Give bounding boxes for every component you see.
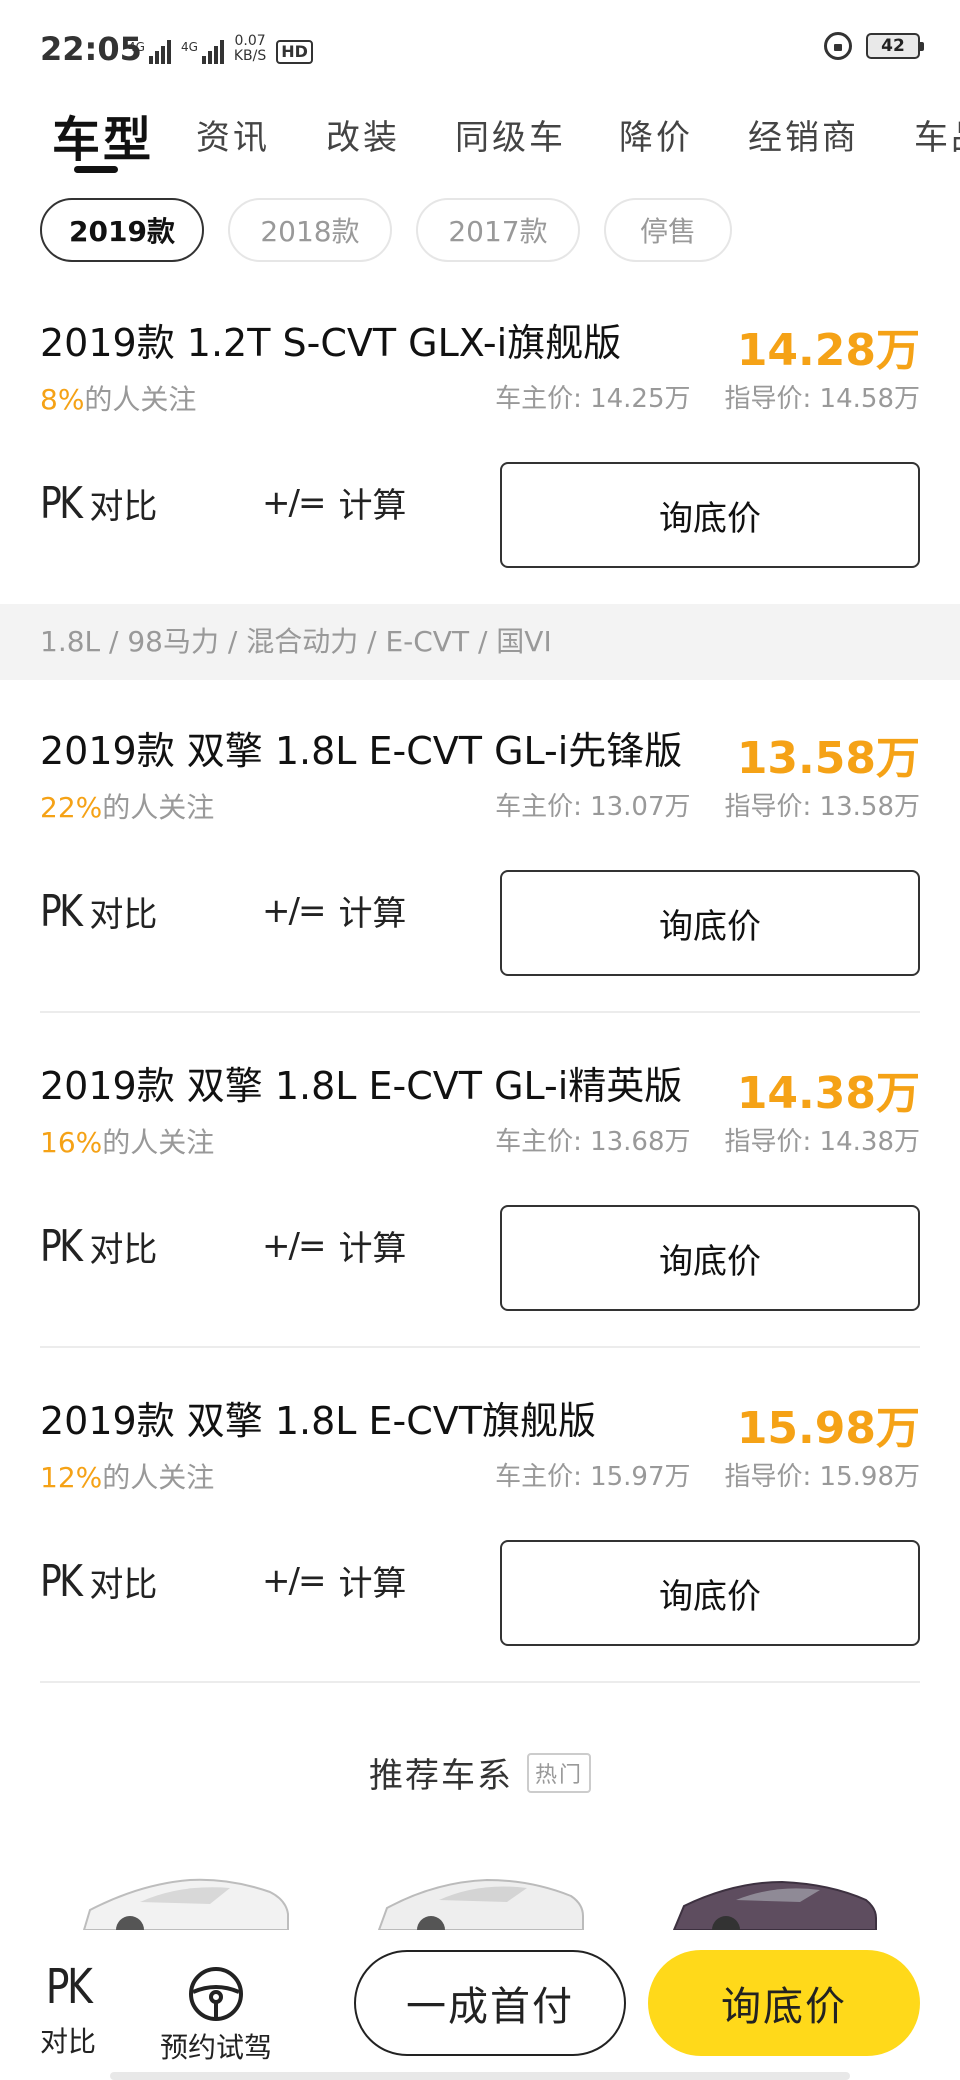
recommended-section: 推荐车系 热门 [0, 1748, 960, 1797]
compare-button[interactable]: PK 对比 [40, 1556, 157, 1607]
owner-price: 车主价: 13.07万 [495, 792, 691, 822]
compare-button[interactable]: PK 对比 [40, 478, 157, 529]
recommended-title: 推荐车系 热门 [369, 1748, 591, 1797]
guide-price: 指导价: 13.58万 [724, 792, 920, 822]
compare-button[interactable]: PK 对比 [40, 1221, 157, 1272]
pk-icon: PK [40, 1221, 83, 1272]
car-item[interactable]: 2019款 双擎 1.8L E-CVT旗舰版 15.98万 12%的人关注 车主… [0, 1378, 960, 1683]
owner-price: 车主价: 14.25万 [495, 384, 691, 414]
tab-bar: 车型 资讯 改装 同级车 降价 经销商 车品 [0, 96, 960, 186]
battery-icon: 42 [866, 33, 924, 59]
owner-price: 车主价: 13.68万 [495, 1127, 691, 1157]
divider [40, 1346, 920, 1348]
recommended-car-image[interactable] [80, 1870, 290, 1930]
car-price: 15.98万 [736, 1403, 920, 1454]
calculator-icon: +/= [262, 482, 326, 523]
status-time: 22:05 [40, 30, 142, 68]
car-name: 2019款 双擎 1.8L E-CVT旗舰版 [40, 1399, 597, 1443]
home-indicator [110, 2072, 850, 2080]
tab-models[interactable]: 车型 [52, 100, 154, 170]
calculator-icon: +/= [262, 1225, 326, 1266]
car-price: 14.38万 [736, 1068, 920, 1119]
pk-icon: PK [40, 1556, 83, 1607]
car-name: 2019款 双擎 1.8L E-CVT GL-i精英版 [40, 1064, 683, 1108]
car-price-details: 车主价: 13.68万 指导价: 14.38万 [495, 1121, 920, 1158]
recommended-car-image[interactable] [375, 1870, 585, 1930]
tab-news[interactable]: 资讯 [196, 110, 270, 159]
owner-price: 车主价: 15.97万 [495, 1462, 691, 1492]
ask-price-button[interactable]: 询底价 [500, 870, 920, 976]
chip-discontinued[interactable]: 停售 [604, 198, 732, 262]
ask-price-button[interactable]: 询底价 [500, 1540, 920, 1646]
steering-wheel-icon [189, 1967, 243, 2021]
test-drive-tab[interactable]: 预约试驾 [160, 1966, 272, 2066]
calculate-button[interactable]: +/= 计算 [262, 478, 406, 527]
pk-icon: PK [45, 1959, 93, 2015]
pk-icon: PK [40, 886, 83, 937]
spec-group-header: 1.8L / 98马力 / 混合动力 / E-CVT / 国VI [0, 604, 960, 680]
car-price-details: 车主价: 14.25万 指导价: 14.58万 [495, 378, 920, 415]
year-filter: 2019款 2018款 2017款 停售 [40, 198, 732, 262]
car-item[interactable]: 2019款 1.2T S-CVT GLX-i旗舰版 14.28万 8%的人关注 … [0, 300, 960, 605]
calculator-icon: +/= [262, 890, 326, 931]
car-item[interactable]: 2019款 双擎 1.8L E-CVT GL-i精英版 14.38万 16%的人… [0, 1043, 960, 1348]
tab-price-drop[interactable]: 降价 [619, 110, 693, 159]
car-price: 13.58万 [736, 733, 920, 784]
car-price: 14.28万 [736, 325, 920, 376]
car-item[interactable]: 2019款 双擎 1.8L E-CVT GL-i先锋版 13.58万 22%的人… [0, 708, 960, 1013]
signal-icon: 4G [128, 40, 171, 64]
status-bar: 22:05 4G 4G 0.07 KB/S HD 42 [0, 0, 960, 96]
chip-2018[interactable]: 2018款 [228, 198, 392, 262]
calculator-icon: +/= [262, 1560, 326, 1601]
network-indicators: 4G 4G 0.07 KB/S HD [128, 34, 313, 64]
car-attention: 22%的人关注 [40, 791, 215, 824]
ask-price-button[interactable]: 询底价 [500, 462, 920, 568]
network-speed: 0.07 KB/S [233, 33, 267, 64]
ask-price-main-button[interactable]: 询底价 [648, 1950, 920, 2056]
tab-car-products[interactable]: 车品 [914, 110, 960, 159]
tab-same-class[interactable]: 同级车 [455, 110, 566, 159]
car-name: 2019款 1.2T S-CVT GLX-i旗舰版 [40, 321, 622, 365]
car-attention: 12%的人关注 [40, 1461, 215, 1494]
pk-icon: PK [40, 478, 83, 529]
chip-2019[interactable]: 2019款 [40, 198, 204, 262]
tab-dealers[interactable]: 经销商 [748, 110, 859, 159]
signal-icon: 4G [181, 40, 224, 64]
calculate-button[interactable]: +/= 计算 [262, 886, 406, 935]
divider [40, 1681, 920, 1683]
tab-modify[interactable]: 改装 [326, 110, 400, 159]
car-price-details: 车主价: 15.97万 指导价: 15.98万 [495, 1456, 920, 1493]
compare-button[interactable]: PK 对比 [40, 886, 157, 937]
compare-tab[interactable]: PK 对比 [40, 1960, 96, 2060]
ask-price-button[interactable]: 询底价 [500, 1205, 920, 1311]
guide-price: 指导价: 14.38万 [724, 1127, 920, 1157]
guide-price: 指导价: 14.58万 [724, 384, 920, 414]
recommended-car-image[interactable] [670, 1870, 880, 1930]
active-tab-indicator [74, 166, 118, 173]
chip-2017[interactable]: 2017款 [416, 198, 580, 262]
rotation-lock-icon [824, 32, 852, 60]
divider [40, 1011, 920, 1013]
bottom-action-bar: PK 对比 预约试驾 一成首付 询底价 [0, 1930, 960, 2080]
down-payment-button[interactable]: 一成首付 [354, 1950, 626, 2056]
guide-price: 指导价: 15.98万 [724, 1462, 920, 1492]
car-attention: 16%的人关注 [40, 1126, 215, 1159]
calculate-button[interactable]: +/= 计算 [262, 1556, 406, 1605]
car-price-details: 车主价: 13.07万 指导价: 13.58万 [495, 786, 920, 823]
hot-tag: 热门 [526, 1752, 591, 1793]
car-name: 2019款 双擎 1.8L E-CVT GL-i先锋版 [40, 729, 683, 773]
hd-voice-icon: HD [276, 40, 313, 64]
car-attention: 8%的人关注 [40, 383, 197, 416]
calculate-button[interactable]: +/= 计算 [262, 1221, 406, 1270]
